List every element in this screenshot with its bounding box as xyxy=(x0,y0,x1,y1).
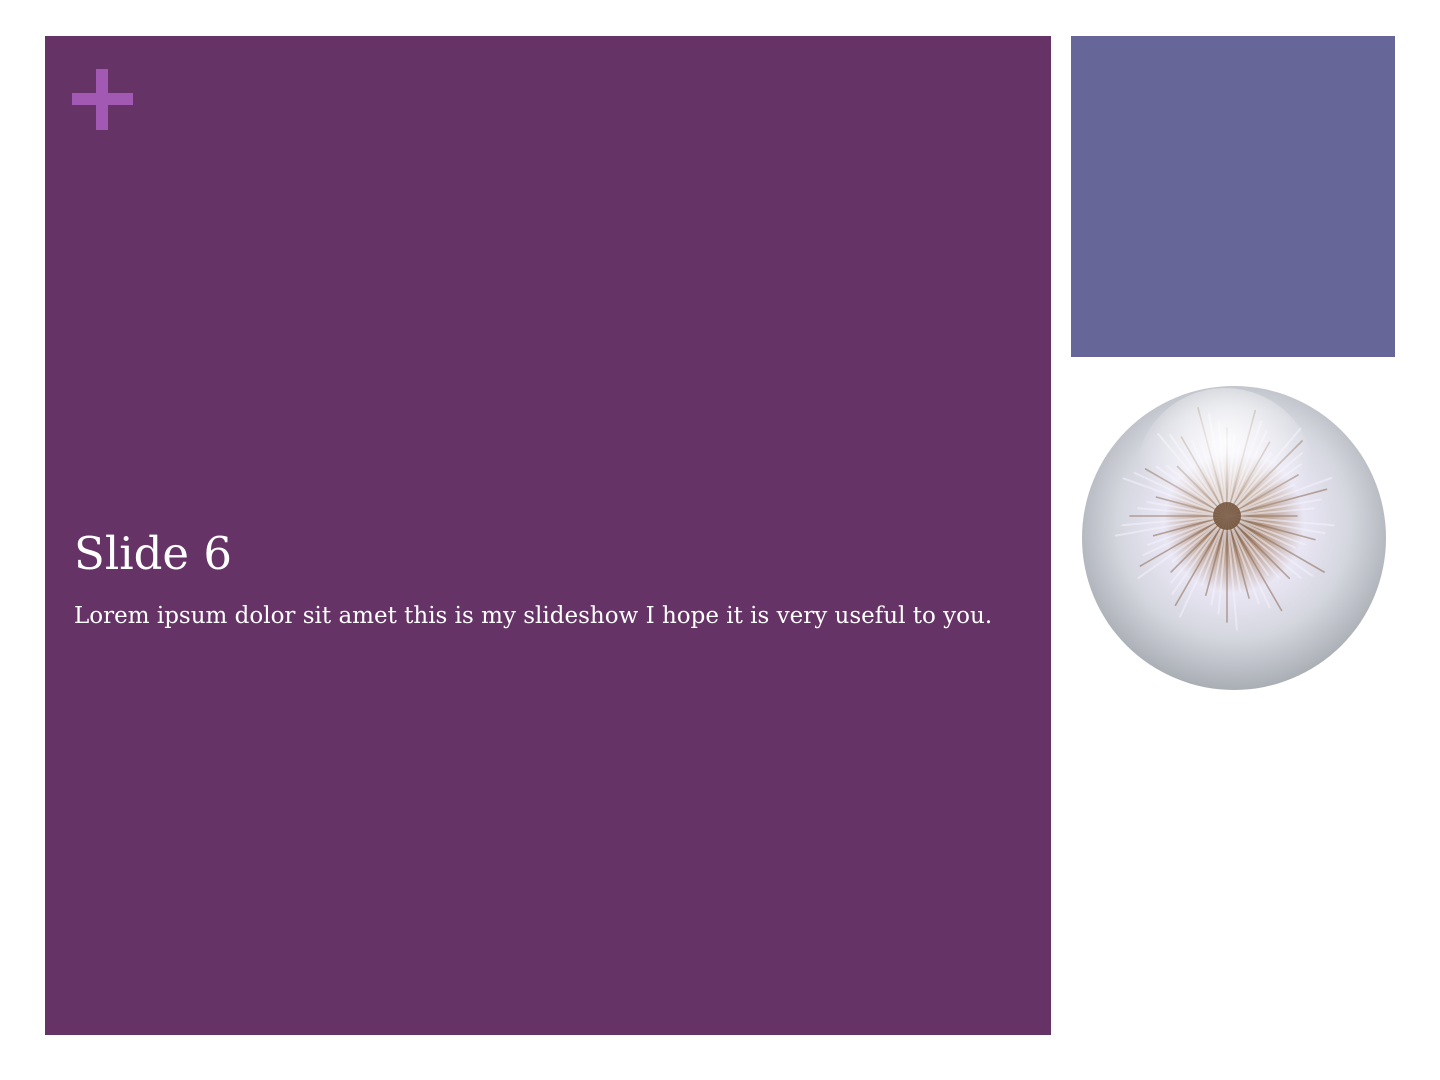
slide-body-text[interactable]: Lorem ipsum dolor sit amet this is my sl… xyxy=(74,600,1024,632)
dandelion-center xyxy=(1213,502,1241,530)
slide-canvas: Slide 6 Lorem ipsum dolor sit amet this … xyxy=(0,0,1440,1080)
slide-title[interactable]: Slide 6 xyxy=(74,526,232,582)
content-panel: Slide 6 Lorem ipsum dolor sit amet this … xyxy=(45,36,1051,1035)
accent-color-block xyxy=(1071,36,1395,357)
dandelion-image[interactable] xyxy=(1075,378,1393,696)
plus-icon-vertical-bar xyxy=(96,69,108,130)
plus-icon xyxy=(72,69,133,130)
dandelion-highlight xyxy=(1135,388,1315,568)
